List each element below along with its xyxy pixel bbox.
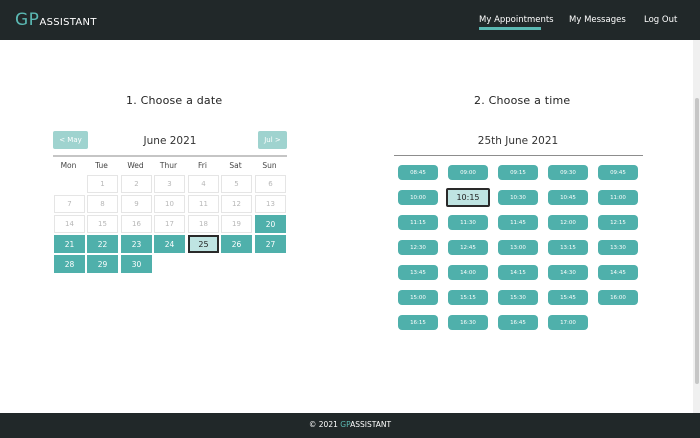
time-slot[interactable]: 14:45 — [598, 265, 638, 280]
calendar-day: 19 — [221, 215, 252, 233]
choose-date-heading: 1. Choose a date — [126, 94, 223, 107]
time-slot[interactable]: 09:30 — [548, 165, 588, 180]
time-slot[interactable]: 16:00 — [598, 290, 638, 305]
calendar-day: 9 — [121, 195, 152, 213]
calendar-day: 11 — [188, 195, 219, 213]
calendar-divider — [53, 155, 287, 157]
calendar-day[interactable]: 28 — [54, 255, 85, 273]
calendar-day: 14 — [54, 215, 85, 233]
time-slot[interactable]: 10:00 — [398, 190, 438, 205]
calendar-day: 17 — [154, 215, 185, 233]
calendar-day: 15 — [87, 215, 118, 233]
nav-log-out[interactable]: Log Out — [644, 14, 677, 26]
calendar-day[interactable]: 20 — [255, 215, 286, 233]
brand-logo-prefix: GP — [15, 10, 40, 30]
time-slot[interactable]: 16:45 — [498, 315, 538, 330]
time-slot[interactable]: 12:00 — [548, 215, 588, 230]
brand-logo-suffix: ASSISTANT — [39, 17, 97, 28]
calendar-day: 13 — [255, 195, 286, 213]
nav-my-appointments[interactable]: My Appointments — [479, 14, 554, 26]
time-slot[interactable]: 15:00 — [398, 290, 438, 305]
time-slot[interactable]: 15:30 — [498, 290, 538, 305]
time-slot[interactable]: 14:30 — [548, 265, 588, 280]
time-slot[interactable]: 14:00 — [448, 265, 488, 280]
time-slot[interactable]: 15:45 — [548, 290, 588, 305]
selected-date-title: 25th June 2021 — [477, 135, 559, 147]
time-slot[interactable]: 09:00 — [448, 165, 488, 180]
time-slot[interactable]: 12:15 — [598, 215, 638, 230]
time-slot[interactable]: 09:45 — [598, 165, 638, 180]
time-slot[interactable]: 16:30 — [448, 315, 488, 330]
active-nav-indicator — [479, 27, 541, 30]
calendar-day: 8 — [87, 195, 118, 213]
time-slot[interactable]: 12:30 — [398, 240, 438, 255]
time-slot[interactable]: 11:00 — [598, 190, 638, 205]
weekday-label: Wed — [127, 161, 144, 170]
time-slot[interactable]: 08:45 — [398, 165, 438, 180]
footer-copyright-text: © 2021 — [308, 420, 341, 429]
calendar-day: 2 — [121, 175, 152, 193]
top-navigation-bar: GPASSISTANT My Appointments My Messages … — [0, 0, 700, 40]
choose-time-heading: 2. Choose a time — [474, 94, 571, 107]
calendar-day[interactable]: 30 — [121, 255, 152, 273]
weekday-label: Sat — [229, 161, 242, 170]
time-slot[interactable]: 11:45 — [498, 215, 538, 230]
calendar-day[interactable]: 23 — [121, 235, 152, 253]
calendar-day: 12 — [221, 195, 252, 213]
scrollbar-thumb[interactable] — [695, 98, 699, 384]
time-slot[interactable]: 10:45 — [548, 190, 588, 205]
calendar-day[interactable]: 29 — [87, 255, 118, 273]
footer-brand-prefix: GP — [340, 420, 351, 429]
time-slot-selected[interactable]: 10:15 — [446, 188, 490, 207]
time-slot[interactable]: 16:15 — [398, 315, 438, 330]
calendar-day: 16 — [121, 215, 152, 233]
time-divider — [394, 155, 643, 156]
calendar-day: 10 — [154, 195, 185, 213]
time-slot[interactable]: 15:15 — [448, 290, 488, 305]
calendar-day: 5 — [221, 175, 252, 193]
time-slot[interactable]: 13:45 — [398, 265, 438, 280]
time-slot[interactable]: 17:00 — [548, 315, 588, 330]
calendar-day[interactable]: 21 — [54, 235, 85, 253]
footer-copyright: © 2021 GPASSISTANT — [0, 420, 700, 430]
time-slot[interactable]: 13:30 — [598, 240, 638, 255]
calendar-day-selected[interactable]: 25 — [188, 235, 219, 253]
calendar-month-title: June 2021 — [143, 135, 197, 147]
time-slot[interactable]: 11:15 — [398, 215, 438, 230]
weekday-label: Sun — [262, 161, 277, 170]
calendar-day[interactable]: 26 — [221, 235, 252, 253]
page-footer: © 2021 GPASSISTANT — [0, 413, 700, 438]
calendar-day: 4 — [188, 175, 219, 193]
time-slot[interactable]: 11:30 — [448, 215, 488, 230]
time-slot[interactable]: 14:15 — [498, 265, 538, 280]
weekday-label: Thur — [159, 161, 178, 170]
calendar-day: 6 — [255, 175, 286, 193]
calendar-day: 18 — [188, 215, 219, 233]
page-scrollbar[interactable] — [693, 40, 700, 413]
weekday-label: Fri — [198, 161, 207, 170]
brand-logo[interactable]: GPASSISTANT — [15, 10, 97, 33]
nav-my-messages[interactable]: My Messages — [569, 14, 626, 26]
time-slot[interactable]: 12:45 — [448, 240, 488, 255]
calendar-day: 1 — [87, 175, 118, 193]
time-slot[interactable]: 13:15 — [548, 240, 588, 255]
time-slot[interactable]: 10:30 — [498, 190, 538, 205]
calendar-day[interactable]: 27 — [255, 235, 286, 253]
calendar-day: 7 — [54, 195, 85, 213]
calendar-day: 3 — [154, 175, 185, 193]
next-month-button[interactable]: Jul > — [258, 131, 287, 149]
calendar-day[interactable]: 24 — [154, 235, 185, 253]
calendar-day[interactable]: 22 — [87, 235, 118, 253]
time-slot[interactable]: 13:00 — [498, 240, 538, 255]
weekday-label: Tue — [95, 161, 108, 170]
time-slot[interactable]: 09:15 — [498, 165, 538, 180]
weekday-label: Mon — [60, 161, 77, 170]
footer-brand-suffix: ASSISTANT — [350, 420, 392, 429]
previous-month-button[interactable]: < May — [53, 131, 88, 149]
